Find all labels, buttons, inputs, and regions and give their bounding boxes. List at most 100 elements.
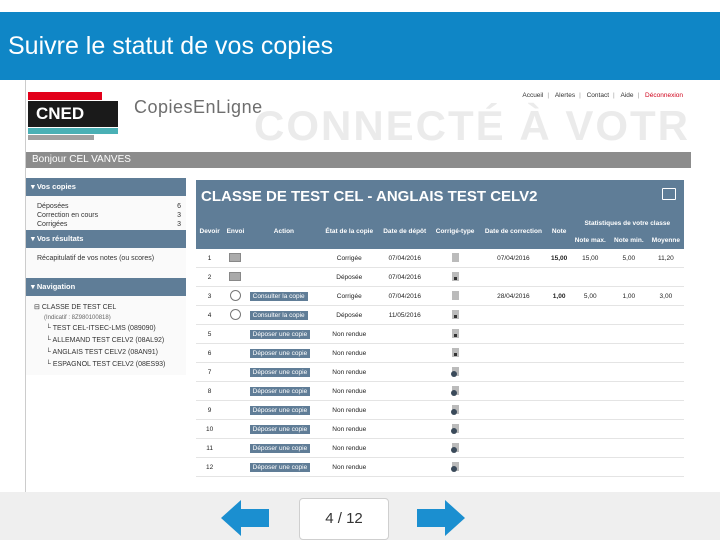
moy-cell (647, 419, 684, 439)
document-icon[interactable] (451, 290, 459, 300)
min-cell: 1,00 (609, 286, 648, 306)
deposer-copie-button[interactable]: Déposer une copie (249, 367, 311, 377)
envoi-cell (223, 286, 248, 306)
action-cell: Déposer une copie (247, 381, 321, 401)
action-cell: Déposer une copie (247, 324, 321, 344)
moy-cell (647, 457, 684, 477)
nav-child-label: ESPAGNOL TEST CELV2 (08ES93) (52, 361, 166, 368)
table-row: 4 Consulter la copie Déposée 11/05/2016 (196, 305, 684, 325)
date-depot-cell: 11/05/2016 (378, 305, 432, 325)
deposer-copie-button[interactable]: Déposer une copie (249, 348, 311, 358)
nav-child[interactable]: └ ESPAGNOL TEST CELV2 (08ES93) (34, 359, 181, 371)
panel-results-header[interactable]: ▾ Vos résultats (26, 230, 186, 248)
moy-cell (647, 438, 684, 458)
copies-correction[interactable]: Correction en cours 3 (37, 211, 181, 220)
globe-icon (229, 289, 241, 301)
consulter-copie-button[interactable]: Consulter la copie (249, 310, 308, 320)
date-correction-cell (479, 438, 548, 458)
logo-bar-teal (28, 128, 118, 134)
link-contact[interactable]: Contact (587, 92, 609, 99)
print-icon[interactable] (662, 188, 676, 200)
note-cell (547, 267, 571, 287)
copies-corrigees[interactable]: Corrigées 3 (37, 220, 181, 229)
etat-cell: Non rendue (320, 419, 379, 439)
results-summary-link[interactable]: Récapitulatif de vos notes (ou scores) (37, 254, 181, 263)
page-indicator: 4 / 12 (299, 498, 389, 540)
date-correction-cell (479, 324, 548, 344)
deposer-copie-button[interactable]: Déposer une copie (249, 462, 311, 472)
copies-count: 3 (177, 212, 181, 219)
envoi-cell (223, 419, 248, 439)
min-cell (609, 381, 648, 401)
deposer-copie-button[interactable]: Déposer une copie (249, 443, 311, 453)
consulter-copie-button[interactable]: Consulter la copie (249, 291, 308, 301)
etat-cell: Non rendue (320, 457, 379, 477)
copies-table: Devoir Envoi Action État de la copie Dat… (196, 214, 684, 477)
link-separator: | (579, 92, 581, 99)
corrige-cell (431, 419, 480, 439)
etat-cell: Non rendue (320, 381, 379, 401)
nav-root[interactable]: ⊟ CLASSE DE TEST CEL (34, 302, 181, 314)
next-arrow-icon[interactable] (417, 500, 465, 536)
main-panel: CLASSE DE TEST CEL - ANGLAIS TEST CELV2 … (196, 180, 684, 492)
unavailable-icon (450, 385, 459, 396)
unavailable-icon (450, 366, 459, 377)
note-cell (547, 305, 571, 325)
note-cell (547, 419, 571, 439)
nav-child[interactable]: └ ANGLAIS TEST CELV2 (08AN91) (34, 347, 181, 359)
devoir-cell: 2 (196, 267, 224, 287)
date-correction-cell (479, 457, 548, 477)
panel-copies-header[interactable]: ▾ Vos copies (26, 178, 186, 196)
deposer-copie-button[interactable]: Déposer une copie (249, 405, 311, 415)
mail-icon (229, 271, 242, 281)
nav-child-label: TEST CEL-ITSEC-LMS (089090) (52, 325, 156, 332)
locked-document-icon (451, 271, 459, 281)
copies-label: Correction en cours (37, 212, 99, 219)
table-row: 7 Déposer une copie Non rendue (196, 362, 684, 382)
devoir-cell: 5 (196, 324, 224, 344)
deposer-copie-button[interactable]: Déposer une copie (249, 386, 311, 396)
logout-link[interactable]: Déconnexion (645, 92, 683, 99)
app-screenshot: CNED CopiesEnLigne CONNECTÉ À VOTR Accue… (25, 80, 691, 492)
date-correction-cell: 07/04/2016 (479, 249, 548, 268)
nav-child[interactable]: └ TEST CEL-ITSEC-LMS (089090) (34, 323, 181, 335)
envoi-cell (223, 305, 248, 325)
date-depot-cell (378, 438, 432, 458)
top-links: Accueil | Alertes | Contact | Aide | Déconne… (520, 92, 685, 99)
moy-cell: 3,00 (647, 286, 684, 306)
devoir-cell: 6 (196, 343, 224, 363)
col-note: Note (547, 214, 571, 249)
moy-cell (647, 381, 684, 401)
moy-cell (647, 324, 684, 344)
link-alertes[interactable]: Alertes (555, 92, 575, 99)
moy-cell: 11,20 (647, 249, 684, 268)
sidebar: ▾ Vos copies Déposées 6 Correction en cou… (26, 178, 186, 488)
date-correction-cell (479, 381, 548, 401)
devoir-cell: 7 (196, 362, 224, 382)
copies-label: Déposées (37, 203, 69, 210)
note-cell (547, 457, 571, 477)
document-icon[interactable] (451, 252, 459, 262)
nav-root-label: CLASSE DE TEST CEL (41, 304, 117, 311)
date-depot-cell (378, 324, 432, 344)
copies-deposees[interactable]: Déposées 6 (37, 202, 181, 211)
devoir-cell: 8 (196, 381, 224, 401)
corrige-cell (431, 286, 480, 306)
envoi-cell (223, 362, 248, 382)
link-separator: | (637, 92, 640, 99)
col-moyenne: Moyenne (647, 232, 684, 249)
deposer-copie-button[interactable]: Déposer une copie (249, 329, 311, 339)
table-row: 9 Déposer une copie Non rendue (196, 400, 684, 420)
moy-cell (647, 343, 684, 363)
max-cell (570, 343, 610, 363)
nav-child[interactable]: └ ALLEMAND TEST CELV2 (08AL92) (34, 335, 181, 347)
prev-arrow-icon[interactable] (221, 500, 269, 536)
link-accueil[interactable]: Accueil (522, 92, 543, 99)
panel-navigation-header[interactable]: ▾ Navigation (26, 278, 186, 296)
cned-logo: CNED (28, 92, 118, 142)
unavailable-icon (450, 461, 459, 472)
link-aide[interactable]: Aide (621, 92, 634, 99)
panel-results-body: Récapitulatif de vos notes (ou scores) (26, 248, 186, 278)
col-corrige-type: Corrigé-type (431, 214, 480, 249)
deposer-copie-button[interactable]: Déposer une copie (249, 424, 311, 434)
